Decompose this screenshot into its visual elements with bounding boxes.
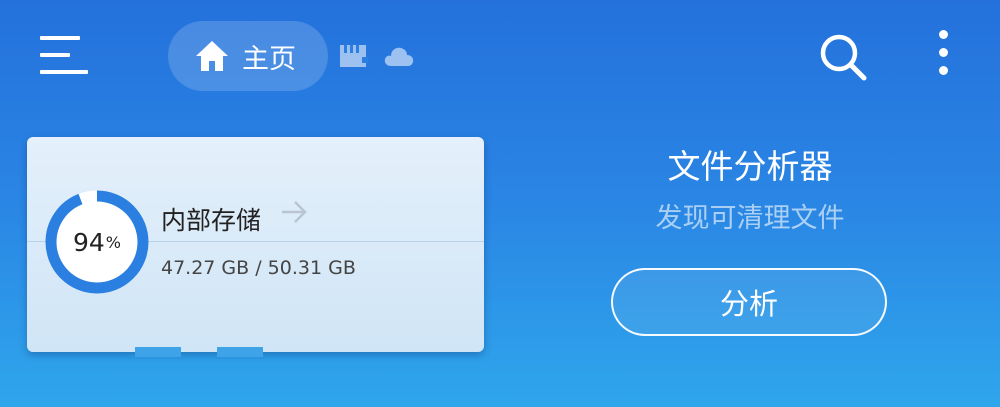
storage-percent-value: 94	[72, 227, 105, 257]
more-options-button[interactable]	[930, 30, 956, 82]
more-dot	[938, 48, 948, 57]
more-vertical-icon	[938, 30, 948, 39]
file-analyzer-title: 文件分析器	[667, 147, 833, 186]
home-tab[interactable]: 主页	[168, 21, 328, 91]
cloud-icon[interactable]	[383, 44, 415, 68]
search-icon[interactable]	[818, 33, 868, 81]
internal-storage-card[interactable]: 94 % 内部存储 47.27 GB / 50.31 GB	[27, 137, 484, 357]
file-analyzer-subtitle: 发现可清理文件	[655, 203, 845, 234]
menu-button[interactable]	[40, 36, 88, 76]
storage-percent-unit: %	[105, 232, 121, 252]
analyze-button[interactable]: 分析	[611, 268, 887, 336]
hamburger-menu-icon	[40, 36, 80, 40]
storage-size: 47.27 GB / 50.31 GB	[161, 257, 356, 279]
arrow-right-icon	[282, 201, 307, 223]
card-notch	[135, 347, 181, 357]
storage-percent: 94 %	[44, 189, 150, 295]
menu-line	[40, 70, 88, 74]
sd-card-icon[interactable]	[338, 43, 368, 69]
menu-line	[40, 53, 70, 57]
home-label: 主页	[242, 43, 296, 75]
home-icon	[196, 41, 228, 71]
card-notch	[217, 347, 263, 357]
more-dot	[938, 66, 948, 75]
storage-title: 内部存储	[161, 206, 262, 235]
